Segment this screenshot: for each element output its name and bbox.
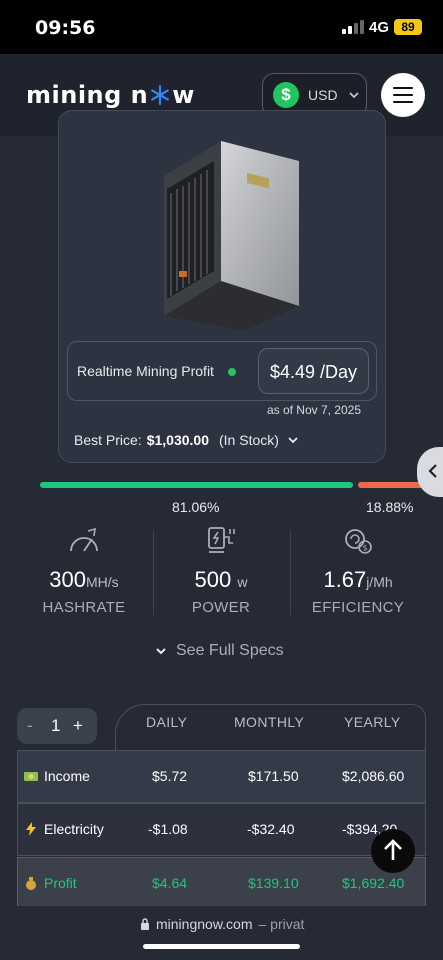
stat-power: 500 w POWER (152, 525, 290, 620)
side-panel-toggle[interactable] (417, 447, 443, 497)
logo-text: mining n (26, 81, 149, 109)
lock-icon (141, 918, 149, 930)
profit-share-bar (40, 482, 353, 488)
money-icon (24, 772, 38, 781)
table-row-profit: Profit $4.64 $139.10 $1,692.40 (17, 857, 426, 907)
live-status-dot (228, 368, 236, 376)
money-bag-icon (26, 877, 36, 890)
chevron-down-icon (156, 648, 166, 655)
stock-status: (In Stock) (219, 432, 279, 448)
row-label: Profit (24, 875, 77, 891)
chevron-down-icon (288, 437, 298, 444)
row-label: Electricity (24, 821, 104, 837)
daily-profit-value: $4.49 /Day (258, 348, 369, 394)
product-card: Realtime Mining Profit $4.49 /Day as of … (58, 110, 386, 463)
efficiency-icon: $ (345, 529, 372, 554)
column-daily: DAILY (146, 714, 188, 730)
power-label: POWER (191, 599, 251, 616)
see-full-specs-link[interactable]: See Full Specs (155, 642, 284, 660)
column-yearly: YEARLY (344, 714, 401, 730)
table-row-electricity: Electricity -$1.08 -$32.40 -$394.20 (17, 803, 426, 856)
best-price-label: Best Price: (74, 432, 142, 448)
electricity-monthly: -$32.40 (247, 821, 295, 837)
efficiency-label: EFFICIENCY (311, 599, 405, 616)
browser-url-bar[interactable]: miningnow.com – privat (0, 906, 443, 960)
cost-share-percent: 18.88% (366, 499, 414, 515)
stat-hashrate: 300MH/s HASHRATE (15, 525, 153, 620)
hamburger-menu-button[interactable] (381, 73, 425, 117)
dollar-icon: $ (273, 82, 299, 108)
chevron-left-icon (428, 464, 437, 478)
income-monthly: $171.50 (248, 768, 299, 784)
as-of-date: as of Nov 7, 2025 (266, 403, 361, 417)
profit-monthly: $139.10 (248, 875, 299, 891)
miner-product-image (164, 141, 299, 331)
realtime-profit-box: Realtime Mining Profit $4.49 /Day (67, 341, 377, 401)
best-price-dropdown[interactable]: Best Price: $1,030.00 (In Stock) (74, 432, 299, 448)
quantity-plus-button[interactable]: + (73, 716, 83, 736)
scroll-to-top-button[interactable] (371, 829, 415, 873)
arrow-up-icon (384, 839, 402, 860)
income-daily: $5.72 (152, 768, 188, 784)
efficiency-unit: j/Mh (366, 574, 393, 590)
chevron-down-icon (348, 92, 359, 99)
efficiency-value: 1.67 (323, 567, 367, 592)
column-monthly: MONTHLY (234, 714, 305, 730)
svg-text:$: $ (363, 544, 368, 553)
status-time: 09:56 (35, 17, 96, 39)
power-value: 500 (194, 567, 232, 592)
best-price-value: $1,030.00 (146, 432, 209, 448)
browsing-mode: – privat (258, 916, 305, 932)
table-row-income: Income $5.72 $171.50 $2,086.60 (17, 750, 426, 803)
currency-label: USD (308, 87, 338, 103)
snowflake-icon (151, 84, 170, 106)
battery-icon: 89 (394, 19, 422, 35)
signal-icon (342, 20, 364, 34)
income-yearly: $2,086.60 (342, 768, 405, 784)
row-label: Income (24, 768, 90, 784)
quantity-stepper[interactable]: - 1 + (17, 708, 97, 744)
quantity-value: 1 (51, 716, 61, 735)
hashrate-value: 300 (49, 567, 87, 592)
profit-share-percent: 81.06% (172, 499, 220, 515)
logo[interactable]: mining n w (26, 80, 195, 110)
see-full-specs-label: See Full Specs (176, 642, 284, 659)
hashrate-label: HASHRATE (42, 599, 126, 616)
lightning-icon (26, 822, 36, 836)
status-bar: 09:56 4G 89 (0, 0, 443, 54)
url-domain: miningnow.com (156, 916, 253, 932)
hashrate-unit: MH/s (86, 574, 119, 590)
electricity-daily: -$1.08 (148, 821, 188, 837)
realtime-profit-label: Realtime Mining Profit (77, 363, 214, 379)
logo-text-end: w (172, 81, 195, 109)
profit-yearly: $1,692.40 (342, 875, 405, 891)
network-type: 4G (369, 19, 390, 36)
home-indicator[interactable] (143, 944, 300, 949)
profit-daily: $4.64 (152, 875, 188, 891)
quantity-minus-button[interactable]: - (27, 716, 33, 736)
power-plug-icon (208, 527, 235, 553)
stat-efficiency: $ 1.67j/Mh EFFICIENCY (289, 525, 427, 620)
speedometer-icon (70, 527, 98, 552)
power-unit: w (237, 574, 248, 590)
